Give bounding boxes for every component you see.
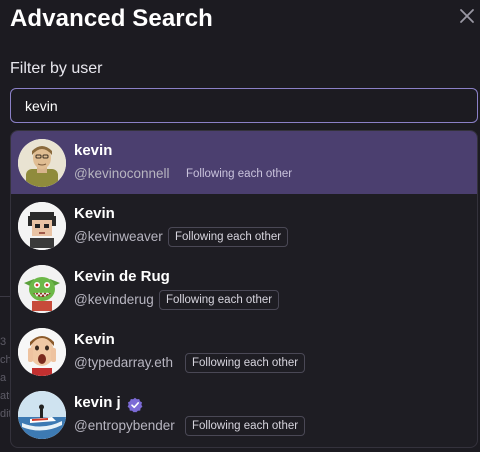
user-search-field[interactable]	[10, 88, 478, 123]
jetski-photo-avatar	[18, 391, 66, 439]
user-result-item[interactable]: Kevin @typedarray.eth Following each oth…	[11, 320, 477, 383]
user-handle: @kevinderug	[74, 292, 154, 307]
user-display-name: Kevin de Rug	[74, 268, 170, 285]
filter-by-user-label: Filter by user	[10, 60, 103, 77]
user-display-name: Kevin	[74, 331, 115, 348]
following-each-other-badge: Following each other	[185, 416, 306, 436]
user-display-name: kevin	[74, 142, 113, 159]
close-icon[interactable]	[458, 7, 476, 25]
verified-badge-icon	[127, 397, 143, 413]
user-result-item[interactable]: Kevin de Rug @kevinderug Following each …	[11, 257, 477, 320]
following-each-other-badge: Following each other	[185, 353, 306, 373]
user-result-item[interactable]: Kevin @kevinweaver Following each other	[11, 194, 477, 257]
background-text-fragment: atu	[0, 390, 10, 402]
background-text-fragment: a	[0, 372, 7, 384]
green-goblin-avatar	[18, 265, 66, 313]
user-result-item[interactable]: kevin @kevinoconnell Following each othe…	[11, 131, 477, 194]
user-display-name: Kevin	[74, 205, 115, 222]
background-text-fragment: dit	[0, 408, 10, 420]
following-each-other-badge: Following each other	[186, 168, 293, 180]
user-results-dropdown: kevin @kevinoconnell Following each othe…	[10, 130, 478, 448]
user-handle: @kevinoconnell	[74, 166, 170, 181]
user-result-item[interactable]: kevin j @entropybender Following each ot…	[11, 383, 477, 446]
background-text-fragment: 3	[0, 336, 7, 348]
following-each-other-badge: Following each other	[168, 227, 289, 247]
user-handle: @typedarray.eth	[74, 355, 174, 370]
cartoon-man-avatar	[18, 139, 66, 187]
user-display-name: kevin j	[74, 394, 121, 411]
user-search-input[interactable]	[11, 89, 477, 122]
kid-photo-avatar	[18, 328, 66, 376]
user-handle: @kevinweaver	[74, 229, 163, 244]
modal-title: Advanced Search	[10, 5, 213, 32]
background-text-fragment: ch	[0, 354, 10, 366]
background-divider	[0, 296, 10, 297]
user-handle: @entropybender	[74, 418, 175, 433]
following-each-other-badge: Following each other	[159, 290, 280, 310]
pixel-art-avatar	[18, 202, 66, 250]
advanced-search-modal: Advanced Search Filter by user 3 ch a at…	[0, 0, 480, 452]
